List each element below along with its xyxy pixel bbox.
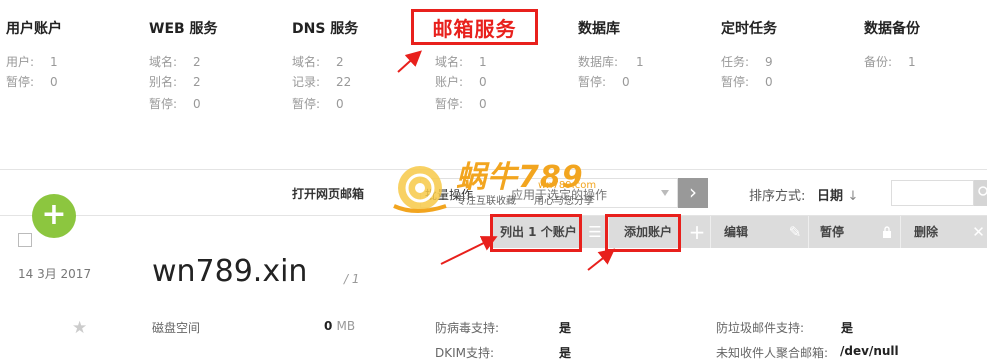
- arrow-to-list-accounts: [440, 236, 498, 265]
- arrow-to-add-account: [587, 248, 616, 271]
- annotation-arrows: [397, 50, 616, 271]
- arrow-to-mail-title: [397, 50, 422, 73]
